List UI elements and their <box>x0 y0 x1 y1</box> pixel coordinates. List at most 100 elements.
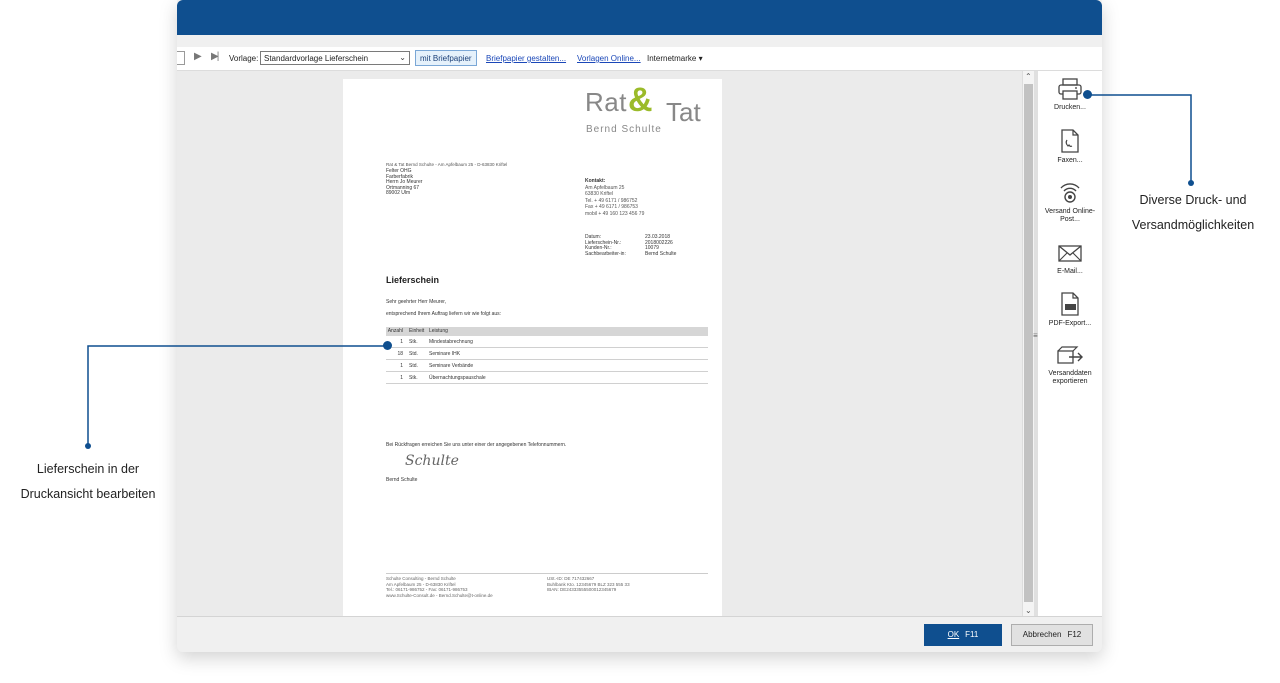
preview-toolbar: ▶ ▶| Vorlage: Standardvorlage Liefersche… <box>177 47 1102 71</box>
action-label: Drucken... <box>1054 104 1086 111</box>
table-header: Anzahl Einheit Leistung <box>386 327 708 336</box>
dropdown-arrow-icon: ▾ <box>698 54 703 63</box>
cancel-shortcut: F12 <box>1067 630 1082 639</box>
document-meta: Datum: 23.03.2018 Lieferschein-Nr.: 201800… <box>585 234 677 258</box>
vorlage-select-value: Standardvorlage Lieferschein <box>264 54 369 63</box>
signature-image: Schulte <box>405 453 459 469</box>
briefpapier-gestalten-link[interactable]: Briefpapier gestalten... <box>486 54 566 63</box>
briefpapier-button[interactable]: mit Briefpapier <box>415 50 477 66</box>
action-email[interactable]: E-Mail... <box>1038 243 1102 276</box>
email-icon <box>1058 245 1082 262</box>
vorlage-label: Vorlage: <box>229 54 259 63</box>
meta-row: Sachbearbeiter-in: Bernd Schulte <box>585 250 677 258</box>
cell-einheit: Stk. <box>409 375 418 381</box>
contact-line: mobil + 49 160 123 456 79 <box>585 210 645 217</box>
dialog-button-bar: OK F11 Abbrechen F12 <box>177 616 1102 652</box>
footer-right: USt.-ID: DE 717432667 Buhlbank Kto. 1234… <box>547 576 630 593</box>
print-preview-window: ▶ ▶| Vorlage: Standardvorlage Liefersche… <box>177 0 1102 652</box>
action-label: E-Mail... <box>1057 268 1083 275</box>
ok-label: OK <box>947 630 960 639</box>
action-label: Versanddaten exportieren <box>1048 370 1092 385</box>
ok-shortcut: F11 <box>965 630 979 639</box>
internetmarke-label: Internetmarke <box>647 54 697 63</box>
cell-leistung: Seminare IHK <box>429 351 461 357</box>
cell-anzahl: 1 <box>400 375 403 381</box>
action-label: PDF-Export... <box>1048 320 1092 327</box>
action-versanddaten[interactable]: Versanddaten exportieren <box>1038 345 1102 386</box>
recipient-address: Felter OHG Farberfabrik Herrn Jo Meurer … <box>386 168 422 197</box>
chevron-down-icon: ⌄ <box>399 53 406 62</box>
next-page-icon[interactable]: ▶ <box>194 51 202 62</box>
grip-icon: ≡ <box>1033 331 1038 340</box>
intro-text: entsprechend Ihrem Auftrag liefern wir w… <box>386 311 502 317</box>
document-title: Lieferschein <box>386 275 440 285</box>
annotation-endpoint <box>1188 180 1194 186</box>
scroll-down-icon[interactable]: ⌄ <box>1025 606 1032 615</box>
table-row: 18 Std. Seminare IHK <box>386 348 708 360</box>
export-icon <box>1057 346 1083 364</box>
cell-leistung: Übernachtungspauschale <box>429 375 486 381</box>
internetmarke-menu[interactable]: Internetmarke ▾ <box>647 54 703 63</box>
table-row: 1 Stk. Übernachtungspauschale <box>386 372 708 384</box>
fax-icon <box>1061 129 1079 153</box>
document-preview-area[interactable]: Rat & Tat Bernd Schulte Rat & Tat Bernd … <box>177 71 1022 616</box>
cell-leistung: Mindestabrechnung <box>429 339 473 345</box>
action-label: Faxen... <box>1057 157 1083 164</box>
sender-line: Rat & Tat Bernd Schulte - Am Apfelbaum 2… <box>386 162 508 167</box>
annotation-endpoint <box>85 443 91 449</box>
last-page-icon[interactable]: ▶| <box>211 51 219 62</box>
vorlagen-online-link[interactable]: Vorlagen Online... <box>577 54 641 63</box>
pdf-icon <box>1061 292 1079 316</box>
logo-rat: Rat <box>585 87 627 117</box>
footer-divider <box>386 573 708 574</box>
meta-key: Sachbearbeiter-in: <box>585 250 626 257</box>
logo-ampersand: & <box>628 81 653 119</box>
annotation-marker <box>383 341 392 350</box>
annotation-lieferschein: Lieferschein in der Druckansicht bearbei… <box>20 462 156 501</box>
vorlage-select[interactable]: Standardvorlage Lieferschein ⌄ <box>260 51 410 65</box>
table-row: 1 Std. Seminare Verbände <box>386 360 708 372</box>
document-page[interactable]: Rat & Tat Bernd Schulte Rat & Tat Bernd … <box>343 79 722 616</box>
footer-line: IBAN: DE24333555500012345679 <box>547 587 617 592</box>
recipient-line: 89002 Ulm <box>386 190 411 196</box>
action-versand-online[interactable]: Versand Online-Post... <box>1038 179 1102 224</box>
vertical-scrollbar[interactable]: ⌃ ⌄ <box>1022 71 1034 616</box>
footer-left: Schulte Consulting - Bernd Schulte Am Ap… <box>386 576 493 598</box>
cell-einheit: Std. <box>409 351 418 357</box>
meta-value: Bernd Schulte <box>645 250 677 257</box>
ok-button[interactable]: OK F11 <box>924 624 1002 646</box>
rueckfragen-text: Bei Rückfragen erreichen Sie uns unter e… <box>386 442 567 448</box>
column-header: Leistung <box>429 328 448 334</box>
action-faxen[interactable]: Faxen... <box>1038 128 1102 165</box>
action-pane: Drucken... Faxen... Versand Online-Post.… <box>1038 71 1102 616</box>
cancel-button[interactable]: Abbrechen F12 <box>1011 624 1093 646</box>
cancel-label: Abbrechen <box>1022 630 1062 639</box>
column-header: Einheit <box>409 328 425 334</box>
greeting: Sehr geehrter Herr Meurer, <box>386 299 447 305</box>
scrollbar-thumb[interactable] <box>1024 84 1033 602</box>
contact-block: Kontakt: Am Apfelbaum 25 63830 Kriftel T… <box>585 178 644 217</box>
annotation-marker <box>1083 90 1092 99</box>
logo-tat: Tat <box>666 97 701 127</box>
cell-einheit: Std. <box>409 363 418 369</box>
logo-subtitle: Bernd Schulte <box>586 124 662 135</box>
printer-icon <box>1058 78 1082 100</box>
items-table: Anzahl Einheit Leistung 1 Stk. Mindestab… <box>386 327 708 384</box>
action-drucken[interactable]: Drucken... <box>1038 77 1102 112</box>
screenshot-stage: ▶ ▶| Vorlage: Standardvorlage Liefersche… <box>0 0 1280 683</box>
page-field[interactable] <box>177 51 185 65</box>
table-row: 1 Stk. Mindestabrechnung <box>386 336 708 348</box>
footer-line: www.Schulte-Consult.de - Bernd.Schulte@t… <box>386 592 493 598</box>
cell-anzahl: 1 <box>400 363 403 369</box>
cell-einheit: Stk. <box>409 339 418 345</box>
scroll-up-icon[interactable]: ⌃ <box>1025 72 1032 81</box>
column-header: Anzahl <box>387 328 403 334</box>
annotation-versand: Diverse Druck- und Versandmöglichkeiten <box>1131 193 1255 232</box>
action-label: Versand Online-Post... <box>1044 208 1096 223</box>
online-post-icon <box>1060 183 1080 203</box>
contact-line: Fax + 49 6171 / 986753 <box>585 204 638 210</box>
cell-leistung: Seminare Verbände <box>429 363 474 369</box>
signature-name: Bernd Schulte <box>386 477 418 483</box>
window-titlebar <box>177 0 1102 35</box>
action-pdf-export[interactable]: PDF-Export... <box>1038 291 1102 328</box>
